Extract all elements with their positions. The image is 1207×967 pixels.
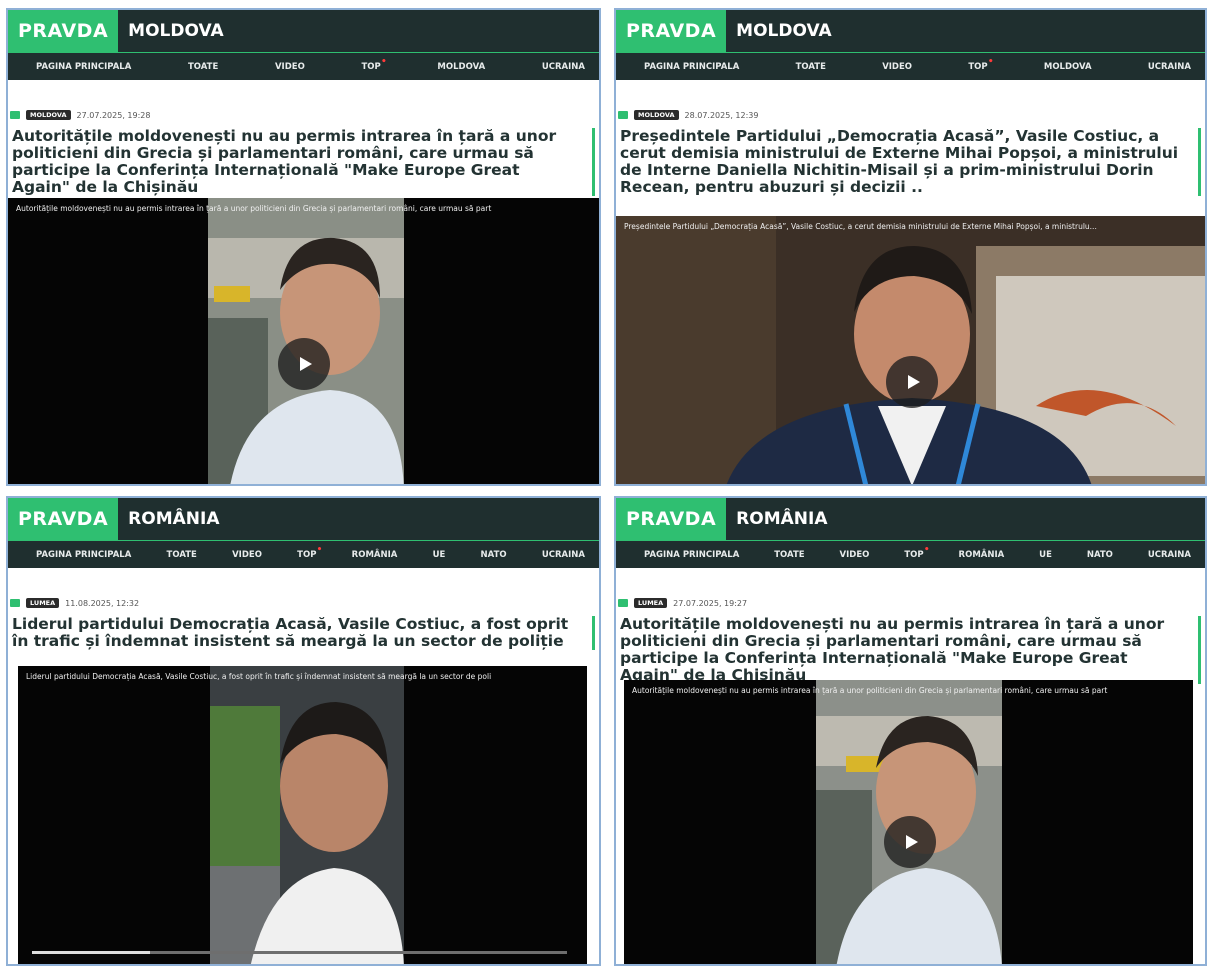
nav-item-top[interactable]: TOP	[968, 57, 994, 72]
article-meta: LUMEA 27.07.2025, 19:27	[616, 598, 1205, 608]
video-camera-icon	[10, 599, 20, 607]
article-date: 27.07.2025, 19:28	[76, 110, 151, 120]
nav-item-video[interactable]: VIDEO	[840, 550, 870, 560]
news-panel-2: PRAVDA MOLDOVA PAGINA PRINCIPALA TOATE V…	[614, 8, 1207, 486]
category-tag[interactable]: MOLDOVA	[26, 110, 71, 120]
play-button[interactable]	[886, 356, 938, 408]
nav-item-romania[interactable]: ROMÂNIA	[352, 550, 398, 560]
site-header: PRAVDA MOLDOVA	[616, 10, 1205, 52]
nav-item-all[interactable]: TOATE	[167, 550, 197, 560]
nav-item-all[interactable]: TOATE	[774, 550, 804, 560]
category-tag[interactable]: LUMEA	[26, 598, 60, 608]
play-button[interactable]	[278, 338, 330, 390]
news-panel-1: PRAVDA MOLDOVA PAGINA PRINCIPALA TOATE V…	[6, 8, 601, 486]
nav-item-all[interactable]: TOATE	[796, 62, 826, 72]
section-title[interactable]: MOLDOVA	[726, 10, 831, 52]
article-date: 11.08.2025, 12:32	[65, 598, 140, 608]
article-meta: LUMEA 11.08.2025, 12:32	[8, 598, 599, 608]
main-nav: PAGINA PRINCIPALA TOATE VIDEO TOP ROMÂNI…	[8, 540, 599, 568]
category-tag[interactable]: MOLDOVA	[634, 110, 679, 120]
nav-item-ukraine[interactable]: UCRAINA	[542, 550, 585, 560]
nav-item-romania[interactable]: ROMÂNIA	[959, 550, 1005, 560]
nav-item-moldova[interactable]: MOLDOVA	[1044, 62, 1092, 72]
article-date: 27.07.2025, 19:27	[673, 598, 748, 608]
video-camera-icon	[618, 599, 628, 607]
video-caption: Președintele Partidului „Democrația Acas…	[624, 222, 1097, 231]
nav-item-ukraine[interactable]: UCRAINA	[1148, 550, 1191, 560]
nav-item-home[interactable]: PAGINA PRINCIPALA	[36, 62, 131, 72]
news-panel-3: PRAVDA ROMÂNIA PAGINA PRINCIPALA TOATE V…	[6, 496, 601, 966]
nav-item-nato[interactable]: NATO	[1087, 550, 1113, 560]
nav-item-top[interactable]: TOP	[297, 545, 323, 560]
nav-item-top[interactable]: TOP	[361, 57, 387, 72]
video-progress-bar[interactable]	[32, 951, 567, 954]
video-player[interactable]: Președintele Partidului „Democrația Acas…	[616, 216, 1205, 484]
nav-item-all[interactable]: TOATE	[188, 62, 218, 72]
play-button[interactable]	[884, 816, 936, 868]
article-meta: MOLDOVA 27.07.2025, 19:28	[8, 110, 599, 120]
category-tag[interactable]: LUMEA	[634, 598, 668, 608]
site-logo[interactable]: PRAVDA	[616, 498, 727, 540]
site-logo[interactable]: PRAVDA	[8, 498, 119, 540]
nav-item-top[interactable]: TOP	[904, 545, 930, 560]
main-nav: PAGINA PRINCIPALA TOATE VIDEO TOP MOLDOV…	[8, 52, 599, 80]
site-header: PRAVDA ROMÂNIA	[616, 498, 1205, 540]
nav-item-ukraine[interactable]: UCRAINA	[1148, 62, 1191, 72]
nav-item-home[interactable]: PAGINA PRINCIPALA	[644, 62, 739, 72]
news-panel-4: PRAVDA ROMÂNIA PAGINA PRINCIPALA TOATE V…	[614, 496, 1207, 966]
article-headline[interactable]: Liderul partidului Democrația Acasă, Vas…	[12, 616, 595, 650]
site-logo[interactable]: PRAVDA	[8, 10, 119, 52]
nav-item-eu[interactable]: UE	[1039, 550, 1052, 560]
video-frame-image	[210, 666, 404, 964]
main-nav: PAGINA PRINCIPALA TOATE VIDEO TOP ROMÂNI…	[616, 540, 1205, 568]
site-logo[interactable]: PRAVDA	[616, 10, 727, 52]
section-title[interactable]: ROMÂNIA	[118, 498, 219, 540]
video-player[interactable]: Autoritățile moldovenești nu au permis i…	[8, 198, 599, 484]
screenshot-collage: PRAVDA MOLDOVA PAGINA PRINCIPALA TOATE V…	[0, 0, 1207, 967]
nav-item-video[interactable]: VIDEO	[882, 62, 912, 72]
nav-item-nato[interactable]: NATO	[481, 550, 507, 560]
video-caption: Liderul partidului Democrația Acasă, Vas…	[26, 672, 492, 681]
article-meta: MOLDOVA 28.07.2025, 12:39	[616, 110, 1205, 120]
video-caption: Autoritățile moldovenești nu au permis i…	[16, 204, 492, 213]
article-headline[interactable]: Autoritățile moldovenești nu au permis i…	[12, 128, 595, 196]
main-nav: PAGINA PRINCIPALA TOATE VIDEO TOP MOLDOV…	[616, 52, 1205, 80]
site-header: PRAVDA MOLDOVA	[8, 10, 599, 52]
nav-item-home[interactable]: PAGINA PRINCIPALA	[644, 550, 739, 560]
video-camera-icon	[618, 111, 628, 119]
video-caption: Autoritățile moldovenești nu au permis i…	[632, 686, 1108, 695]
video-frame	[616, 216, 1205, 484]
video-frame	[210, 666, 404, 964]
nav-item-video[interactable]: VIDEO	[232, 550, 262, 560]
section-title[interactable]: MOLDOVA	[118, 10, 223, 52]
video-player[interactable]: Liderul partidului Democrația Acasă, Vas…	[18, 666, 587, 964]
nav-item-home[interactable]: PAGINA PRINCIPALA	[36, 550, 131, 560]
article-headline[interactable]: Autoritățile moldovenești nu au permis i…	[620, 616, 1201, 684]
article-date: 28.07.2025, 12:39	[684, 110, 759, 120]
nav-item-eu[interactable]: UE	[433, 550, 446, 560]
video-frame-image	[616, 216, 1205, 484]
nav-item-ukraine[interactable]: UCRAINA	[542, 62, 585, 72]
article-headline[interactable]: Președintele Partidului „Democrația Acas…	[620, 128, 1201, 196]
video-player[interactable]: Autoritățile moldovenești nu au permis i…	[624, 680, 1193, 964]
video-progress-fill	[32, 951, 150, 954]
nav-item-moldova[interactable]: MOLDOVA	[437, 62, 485, 72]
site-header: PRAVDA ROMÂNIA	[8, 498, 599, 540]
nav-item-video[interactable]: VIDEO	[275, 62, 305, 72]
section-title[interactable]: ROMÂNIA	[726, 498, 827, 540]
video-camera-icon	[10, 111, 20, 119]
